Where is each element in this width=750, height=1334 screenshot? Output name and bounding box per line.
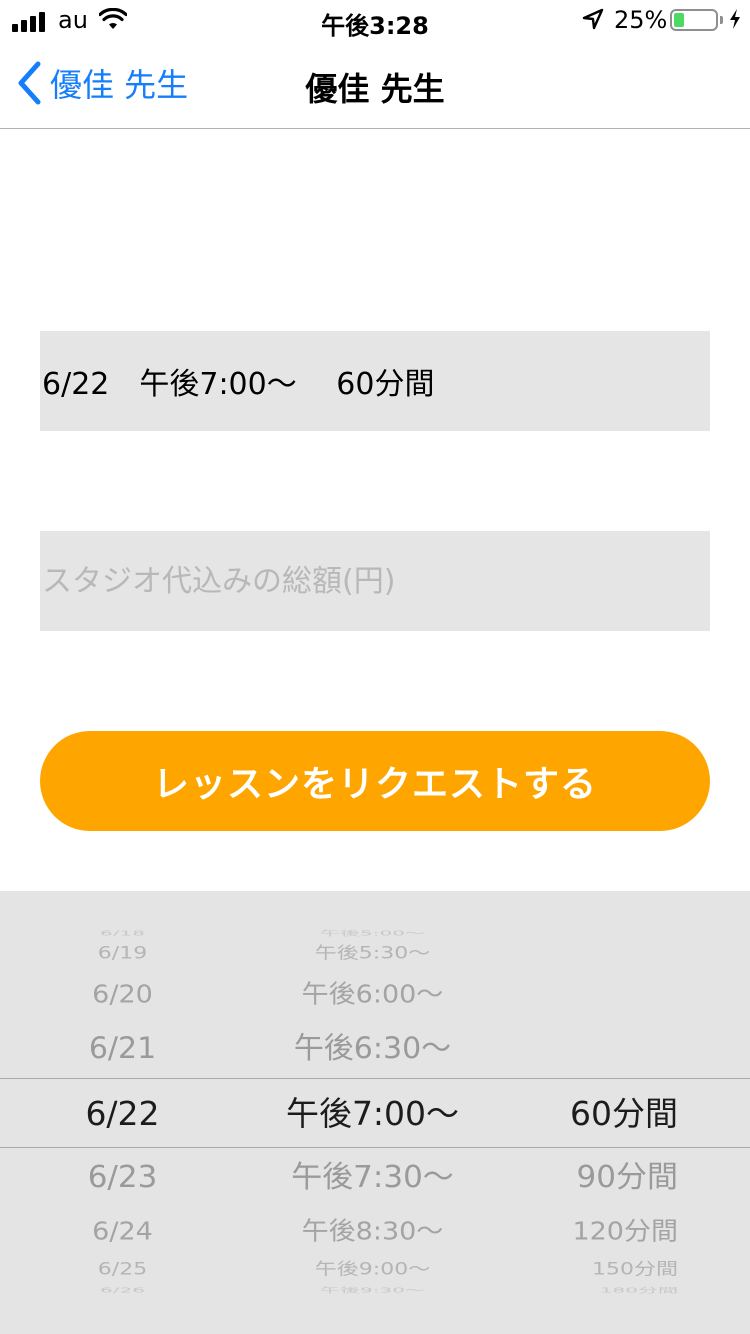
navigation-bar: 優佳 先生 優佳 先生 [0, 40, 750, 129]
price-field[interactable] [40, 531, 710, 631]
battery-percent: 25% [614, 6, 668, 34]
request-lesson-button[interactable]: レッスンをリクエストする [40, 731, 710, 831]
picker-date-option[interactable]: 6/20 [40, 982, 205, 1007]
lesson-summary: 6/22 午後7:00〜 60分間 [42, 367, 435, 402]
lesson-time-field[interactable]: 6/22 午後7:00〜 60分間 [40, 331, 710, 431]
battery-level [674, 13, 684, 27]
picker-time-option[interactable]: 午後7:30〜 [240, 1161, 505, 1192]
picker-column-time[interactable]: 午後5:00〜午後5:30〜午後6:00〜午後6:30〜午後7:00〜 午後7:3… [240, 891, 505, 1334]
picker-date-option[interactable]: 6/22 [40, 1097, 205, 1130]
price-input[interactable] [40, 531, 710, 631]
picker-date-option[interactable]: 6/26 [40, 1287, 205, 1294]
picker-duration-option[interactable]: 150分間 [530, 1261, 720, 1279]
picker-duration-option[interactable]: 60分間 [530, 1097, 720, 1130]
location-icon [582, 8, 604, 30]
page-title: 優佳 先生 [305, 70, 445, 108]
picker-duration-option[interactable]: 90分間 [530, 1161, 720, 1192]
picker-date-option[interactable]: 6/21 [40, 1034, 205, 1063]
picker-time-option[interactable]: 午後5:30〜 [240, 945, 505, 963]
picker-date-option[interactable]: 6/19 [40, 945, 205, 963]
battery-cap [720, 16, 723, 24]
picker-date-option[interactable]: 6/23 [40, 1161, 205, 1192]
status-bar: au 午後3:28 25% [0, 0, 750, 40]
picker-time-option[interactable]: 午後7:00〜 [240, 1097, 505, 1130]
picker-duration-option[interactable]: 180分間 [530, 1287, 720, 1294]
picker-time-option[interactable]: 午後9:30〜 [240, 1287, 505, 1294]
picker-duration-option[interactable]: 120分間 [530, 1219, 720, 1244]
picker-column-duration[interactable]: 60分間 90分間 120分間 150分間 180分間 [530, 891, 720, 1334]
picker-date-option[interactable]: 6/18 [40, 930, 205, 937]
picker-time-option[interactable]: 午後5:00〜 [240, 930, 505, 937]
charging-icon [730, 9, 740, 29]
battery-icon [670, 9, 718, 31]
picker-time-option[interactable]: 午後6:00〜 [240, 982, 505, 1007]
picker-time-option[interactable]: 午後6:30〜 [240, 1034, 505, 1063]
picker-column-date[interactable]: 6/18 6/19 6/20 6/21 6/22 6/23 6/24 6/25 6/26 [40, 891, 205, 1334]
picker-time-option[interactable]: 午後9:00〜 [240, 1261, 505, 1279]
picker-date-option[interactable]: 6/24 [40, 1219, 205, 1244]
picker-date-option[interactable]: 6/25 [40, 1261, 205, 1279]
picker-time-option[interactable]: 午後8:30〜 [240, 1219, 505, 1244]
lesson-picker[interactable]: 6/18 6/19 6/20 6/21 6/22 6/23 6/24 6/25 6/26 午後5… [0, 891, 750, 1334]
